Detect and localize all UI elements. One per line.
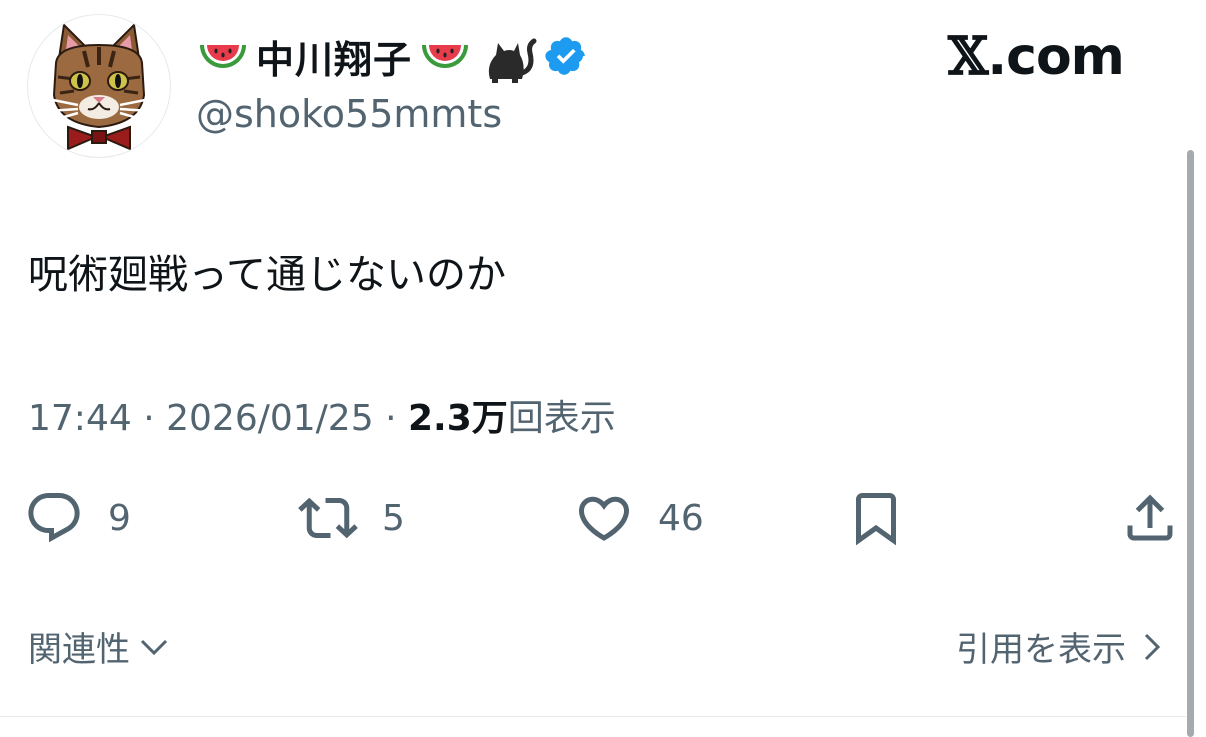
tweet-text: 呪術廻戦って通じないのか [28,252,506,298]
black-cat-icon [480,29,537,83]
reply-button[interactable]: 9 [24,488,131,548]
quote-label: 引用を表示 [956,630,1126,670]
verified-badge-icon [544,34,588,78]
watermelon-icon [418,29,472,83]
views-label: 回表示 [507,398,616,439]
view-quotes-link[interactable]: 引用を表示 [956,622,1170,671]
related-label: 関連性 [28,630,130,670]
bookmark-button[interactable] [846,488,906,548]
display-name-row[interactable]: 中川翔子 [196,24,588,88]
retweet-icon [298,497,358,539]
related-sort-dropdown[interactable]: 関連性 [28,622,172,671]
like-count: 46 [658,497,704,539]
share-icon [1127,494,1173,541]
meta-separator: · [385,398,397,439]
meta-separator: · [143,398,155,439]
cat-avatar-icon [47,22,151,151]
share-button[interactable] [1120,488,1180,548]
author-handle[interactable]: @shoko55mmts [196,92,502,136]
watermelon-icon [196,29,250,83]
display-name: 中川翔子 [256,37,413,82]
chevron-down-icon [140,639,168,655]
reply-icon [28,493,80,543]
bookmark-icon [856,493,896,546]
reply-count: 9 [108,497,131,539]
heart-icon [578,496,630,541]
brand-domain: .com [987,27,1124,87]
views-count[interactable]: 2.3万 [408,398,508,439]
x-brand-logo: 𝕏.com [948,26,1125,87]
divider [0,716,1186,717]
chevron-right-icon [1144,633,1161,660]
retweet-count: 5 [382,497,405,539]
scrollbar[interactable] [1187,150,1194,737]
tweet-meta: 17:44 · 2026/01/25 · 2.3万回表示 [28,389,616,441]
like-button[interactable]: 46 [574,488,704,548]
tweet-date[interactable]: 2026/01/25 [166,398,374,439]
x-logo-icon: 𝕏 [948,26,988,87]
avatar[interactable] [27,14,171,158]
tweet-time[interactable]: 17:44 [28,398,132,439]
retweet-button[interactable]: 5 [298,488,405,548]
